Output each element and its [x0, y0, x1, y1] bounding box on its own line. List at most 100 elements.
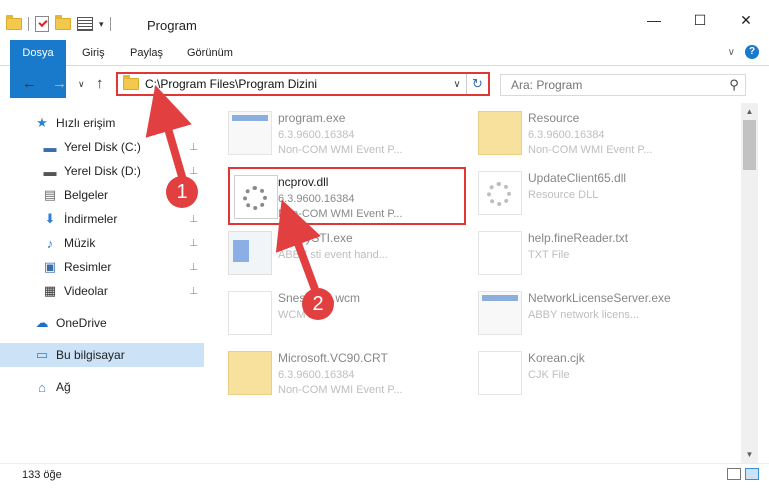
annotation-badge-2: 2 [302, 288, 334, 320]
folder-icon [123, 75, 139, 90]
pin-icon[interactable]: ⊥ [189, 238, 198, 249]
file-item[interactable]: ncprov.dll 6.3.9600.16384 Non-COM WMI Even… [228, 167, 466, 225]
drive-icon: ▬ [43, 139, 57, 155]
pin-icon[interactable]: ⊥ [189, 262, 198, 273]
file-item[interactable]: program.exe 6.3.9600.16384 Non-COM WMI Eve… [206, 103, 446, 161]
annotation-badge-1: 1 [166, 176, 198, 208]
details-view-icon[interactable] [727, 468, 741, 480]
search-input[interactable] [501, 78, 723, 92]
download-icon: ⬇ [44, 211, 56, 226]
folder-icon [478, 111, 522, 155]
pin-icon[interactable]: ⊥ [189, 286, 198, 297]
file-detail: 6.3.9600.16384 [528, 129, 605, 141]
tab-view[interactable]: Görünüm [187, 40, 233, 66]
gear-icon [243, 186, 267, 210]
refresh-icon[interactable]: ↻ [466, 74, 488, 94]
maximize-button[interactable]: ☐ [677, 4, 723, 36]
pin-icon[interactable]: ⊥ [189, 166, 198, 177]
up-button[interactable]: ↑ [96, 75, 104, 92]
file-icon [478, 291, 522, 335]
customize-toolbar-chevron-icon[interactable]: ▾ [99, 19, 104, 30]
scroll-up-arrow-icon[interactable]: ▲ [741, 103, 758, 120]
file-detail: Non-COM WMI Event P... [278, 384, 403, 396]
address-path[interactable]: C:\Program Files\Program Dizini [145, 77, 448, 91]
file-detail: Non-COM WMI Event P... [278, 208, 403, 220]
file-detail: Resource DLL [528, 189, 599, 201]
separator [28, 17, 29, 31]
file-item[interactable]: NetworkLicenseServer.exe ABBY network lic… [456, 283, 696, 341]
file-name: NetworkLicenseServer.exe [528, 291, 671, 305]
window-title: Program [147, 18, 197, 33]
network-icon: ⌂ [38, 379, 46, 395]
file-list: program.exe 6.3.9600.16384 Non-COM WMI Eve… [206, 103, 741, 455]
pin-icon[interactable]: ⊥ [189, 142, 198, 153]
file-item[interactable]: UpdateClient65.dll Resource DLL [456, 163, 696, 221]
dll-file-icon [478, 171, 522, 215]
separator [109, 17, 111, 31]
file-icon [228, 111, 272, 155]
vertical-scrollbar[interactable]: ▲ ▼ [741, 103, 758, 463]
file-detail: 6.3.9600.16384 [278, 369, 355, 381]
file-detail: Non-COM WMI Event P... [278, 144, 403, 156]
minimize-button[interactable]: — [631, 4, 677, 36]
new-folder-icon[interactable] [55, 15, 71, 30]
search-box[interactable]: ⚲ [500, 74, 746, 96]
search-icon[interactable]: ⚲ [723, 77, 745, 93]
properties-icon[interactable] [77, 17, 93, 31]
file-icon [478, 351, 522, 395]
computer-icon: ▭ [35, 347, 49, 362]
file-detail: TXT File [528, 249, 570, 261]
scrollbar-thumb[interactable] [743, 120, 756, 170]
music-icon: ♪ [46, 235, 54, 251]
file-detail: CJK File [528, 369, 570, 381]
address-bar[interactable]: C:\Program Files\Program Dizini ∨ ↻ [116, 72, 490, 96]
sidebar-item-label: İndirmeler [64, 212, 118, 226]
scroll-down-arrow-icon[interactable]: ▼ [741, 446, 758, 463]
sidebar-item-label: Yerel Disk (C:) [64, 140, 141, 154]
close-button[interactable]: ✕ [723, 4, 769, 36]
sidebar-item-label: Müzik [64, 236, 96, 250]
sidebar-item[interactable]: ▣ Resimler ⊥ [0, 255, 204, 279]
expand-ribbon-chevron-icon[interactable]: ∨ [728, 47, 735, 58]
item-count: 133 öğe [22, 469, 62, 481]
file-detail: Non-COM WMI Event P... [528, 144, 653, 156]
sidebar-item-label: Videolar [64, 284, 108, 298]
sidebar-item[interactable]: ⬇ İndirmeler ⊥ [0, 207, 204, 231]
large-icons-view-icon[interactable] [745, 468, 759, 480]
file-item[interactable]: help.fineReader.txt TXT File [456, 223, 696, 281]
sidebar-item-label: Yerel Disk (D:) [64, 164, 141, 178]
file-item[interactable]: Resource 6.3.9600.16384 Non-COM WMI Event … [456, 103, 696, 161]
address-history-chevron-icon[interactable]: ∨ [448, 79, 466, 90]
tab-share[interactable]: Paylaş [130, 40, 163, 66]
tab-home[interactable]: Giriş [82, 40, 105, 66]
file-detail: 6.3.9600.16384 [278, 129, 355, 141]
file-item[interactable]: AbbyySTI.exe ABBY sti event hand... [206, 223, 446, 281]
recent-locations-chevron-icon[interactable]: ∨ [78, 79, 85, 90]
help-icon[interactable]: ? [745, 45, 759, 59]
sidebar-item[interactable]: ⌂ Ağ [0, 375, 204, 399]
sidebar-item[interactable]: ▭ Bu bilgisayar [0, 343, 204, 367]
sidebar-item-label: OneDrive [56, 316, 107, 330]
pin-icon[interactable]: ⊥ [189, 214, 198, 225]
sidebar-item[interactable]: ▦ Videolar ⊥ [0, 279, 204, 303]
star-icon: ★ [36, 115, 48, 130]
properties-check-icon[interactable] [35, 16, 49, 32]
file-icon [228, 231, 272, 275]
folder-icon [6, 15, 22, 30]
back-button[interactable]: ← [22, 75, 37, 92]
forward-button[interactable]: → [52, 75, 67, 92]
sidebar-item[interactable]: ♪ Müzik ⊥ [0, 231, 204, 255]
videos-icon: ▦ [43, 283, 57, 298]
file-detail: ABBY network licens... [528, 309, 640, 321]
file-name: Resource [528, 111, 580, 125]
file-detail: ABBY sti event hand... [278, 249, 388, 261]
sidebar-item-label: Hızlı erişim [56, 116, 116, 130]
file-item[interactable]: Microsoft.VC90.CRT 6.3.9600.16384 Non-COM … [206, 343, 446, 401]
sidebar-item[interactable]: ▬ Yerel Disk (C:) ⊥ [0, 135, 204, 159]
sidebar-item[interactable]: ★ Hızlı erişim [0, 111, 204, 135]
navigation-bar: ← → ∨ ↑ C:\Program Files\Program Dizini … [0, 67, 769, 101]
sidebar-item-label: Ağ [56, 380, 71, 394]
file-item[interactable]: Korean.cjk CJK File [456, 343, 696, 401]
file-name: program.exe [278, 111, 346, 125]
sidebar-item[interactable]: ☁ OneDrive [0, 311, 204, 335]
